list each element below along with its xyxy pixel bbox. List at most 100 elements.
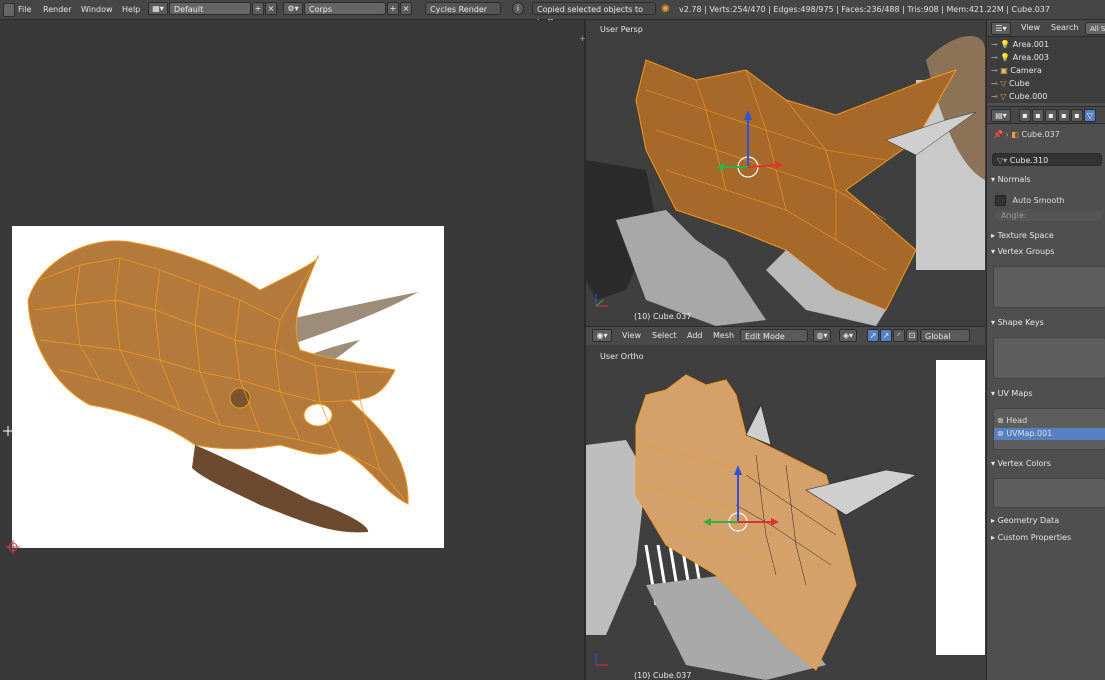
scene-tab-icon[interactable]: ▪ <box>1032 109 1044 122</box>
translate-icon[interactable]: ↗ <box>880 329 892 342</box>
world-tab-icon[interactable]: ▪ <box>1045 109 1057 122</box>
area-split-handle-icon[interactable]: + <box>579 34 588 43</box>
scene-field[interactable]: Corps <box>304 2 386 15</box>
manipulator-toggle-icon[interactable]: ↗ <box>867 329 879 342</box>
outliner-item-label: Cube <box>1008 79 1030 88</box>
outliner-header: ☰▾ View Search All S <box>987 20 1105 37</box>
scene-icon[interactable]: ⚙▾ <box>283 2 303 15</box>
viewport-ortho-canvas[interactable] <box>586 345 985 680</box>
data-tab-icon[interactable]: ▽ <box>1084 109 1096 122</box>
outliner-item[interactable]: ⊸ ▽ Cube <box>991 77 1030 90</box>
texture-space-label: Texture Space <box>997 231 1054 240</box>
add-scene-icon[interactable]: + <box>387 2 399 15</box>
auto-smooth-checkbox[interactable]: Auto Smooth <box>995 195 1065 207</box>
normals-panel-header[interactable]: ▾ Normals <box>991 173 1104 187</box>
menu-view[interactable]: View <box>622 331 641 340</box>
viewport-persp-object-label: (10) Cube.037 <box>634 312 692 321</box>
uv-maps-panel-header[interactable]: ▾ UV Maps <box>991 387 1104 401</box>
outliner-item-label: Cube.000 <box>1008 92 1048 101</box>
outliner-item[interactable]: ⊸ ▣ Camera <box>991 64 1042 77</box>
3d-viewport-persp[interactable]: User Persp (10) Cube.037 <box>586 20 985 326</box>
shape-keys-panel-header[interactable]: ▾ Shape Keys <box>991 316 1104 330</box>
menu-mesh[interactable]: Mesh <box>713 331 734 340</box>
vertex-groups-label: Vertex Groups <box>997 247 1055 256</box>
mesh-datablock-name: Cube.310 <box>1009 156 1049 165</box>
outliner-editor-icon[interactable]: ☰▾ <box>991 22 1011 35</box>
auto-smooth-label: Auto Smooth <box>1012 196 1065 205</box>
right-sidebar: ☰▾ View Search All S ⊸ 💡 Area.001 ⊸ 💡 Ar… <box>986 20 1105 680</box>
constraints-tab-icon[interactable]: ▪ <box>1071 109 1083 122</box>
vertex-groups-list[interactable] <box>993 266 1105 308</box>
vertex-colors-label: Vertex Colors <box>997 459 1051 468</box>
info-header: File Render Window Help ▦▾ Default + × ⚙… <box>0 0 1105 27</box>
outliner-item[interactable]: ⊸ ▽ Cube.000 <box>991 90 1047 103</box>
viewport-persp-label: User Persp <box>600 25 643 34</box>
render-engine-select[interactable]: Cycles Render <box>425 2 501 15</box>
viewport-ortho-label: User Ortho <box>600 352 644 361</box>
outliner-menu-search[interactable]: Search <box>1051 23 1078 32</box>
blender-logo-icon: ◉ <box>661 3 670 14</box>
outliner-list: ⊸ 💡 Area.001 ⊸ 💡 Area.003 ⊸ ▣ Camera ⊸ ▽… <box>987 37 1105 103</box>
reference-image-plane <box>936 360 985 655</box>
remove-scene-icon[interactable]: × <box>400 2 412 15</box>
outliner-display-select[interactable]: All S <box>1085 22 1105 35</box>
breadcrumb-object: Cube.037 <box>1021 130 1060 139</box>
vertical-divider[interactable] <box>584 20 586 680</box>
normals-label: Normals <box>997 175 1031 184</box>
menu-add[interactable]: Add <box>687 331 703 340</box>
vertex-groups-panel-header[interactable]: ▾ Vertex Groups <box>991 245 1104 259</box>
outliner-item[interactable]: ⊸ 💡 Area.001 <box>991 38 1049 51</box>
pin-icon[interactable]: 📌 <box>993 130 1003 139</box>
menu-file[interactable]: File <box>18 3 31 16</box>
uv-map-label: Head <box>1006 416 1028 425</box>
checkbox-icon[interactable] <box>995 195 1006 206</box>
texture-space-panel-header[interactable]: ▸ Texture Space <box>991 229 1104 243</box>
outliner-menu-view[interactable]: View <box>1021 23 1040 32</box>
render-tab-icon[interactable]: ▪ <box>1019 109 1031 122</box>
vertex-colors-list[interactable] <box>993 478 1105 508</box>
3d-viewport-ortho[interactable]: User Ortho (10) Cube.037 <box>586 345 985 680</box>
object-tab-icon[interactable]: ▪ <box>1058 109 1070 122</box>
menu-window[interactable]: Window <box>81 3 113 16</box>
add-layout-icon[interactable]: + <box>252 2 264 15</box>
scale-icon[interactable]: ⊡ <box>906 329 918 342</box>
custom-properties-panel-header[interactable]: ▸ Custom Properties <box>991 531 1104 545</box>
menu-select[interactable]: Select <box>652 331 677 340</box>
mode-select[interactable]: Edit Mode <box>740 329 808 342</box>
rotate-icon[interactable]: ◜ <box>893 329 905 342</box>
viewport-persp-canvas[interactable] <box>586 20 985 326</box>
uv-maps-list[interactable]: ⊗ Head ⊗ UVMap.001 <box>993 408 1105 450</box>
shading-icon[interactable]: ◍▾ <box>813 329 831 342</box>
geometry-data-panel-header[interactable]: ▸ Geometry Data <box>991 514 1104 528</box>
view-axes-icon <box>595 653 608 666</box>
vertex-colors-panel-header[interactable]: ▾ Vertex Colors <box>991 457 1104 471</box>
custom-properties-label: Custom Properties <box>997 533 1072 542</box>
info-icon: i <box>512 2 524 15</box>
outliner-item[interactable]: ⊸ 💡 Area.003 <box>991 51 1049 64</box>
mesh-datablock-field[interactable]: ▽▾ Cube.310 <box>992 153 1102 166</box>
angle-label: Angle: <box>1001 211 1027 220</box>
properties-editor-icon[interactable]: ▤▾ <box>991 109 1011 122</box>
uv-canvas[interactable] <box>0 20 584 680</box>
shape-keys-list[interactable] <box>993 337 1105 379</box>
editor-type-icon[interactable] <box>3 3 15 17</box>
uv-image-editor[interactable] <box>0 20 584 680</box>
uv-map-item-selected[interactable]: ⊗ UVMap.001 <box>994 428 1105 440</box>
uv-map-item[interactable]: ⊗ Head <box>997 415 1102 427</box>
chevron-right-icon: › <box>1005 130 1009 139</box>
orientation-select[interactable]: Global <box>920 329 970 342</box>
pivot-icon[interactable]: ◈▾ <box>839 329 857 342</box>
outliner-item-label: Area.001 <box>1012 40 1049 49</box>
menu-help[interactable]: Help <box>122 3 140 16</box>
2d-cursor-icon <box>3 426 13 436</box>
uv-map-icon: ⊗ <box>997 429 1004 438</box>
screen-layout-field[interactable]: Default <box>169 2 251 15</box>
menu-render[interactable]: Render <box>43 3 71 16</box>
viewport-header: ◉▾ View Select Add Mesh Edit Mode ◍▾ ◈▾ … <box>586 326 985 346</box>
angle-field[interactable]: Angle: <box>995 210 1103 221</box>
screen-layout-icon[interactable]: ▦▾ <box>148 2 168 15</box>
uv-map-icon: ⊗ <box>997 416 1004 425</box>
editor-type-icon[interactable]: ◉▾ <box>592 329 612 342</box>
remove-layout-icon[interactable]: × <box>265 2 277 15</box>
shape-keys-label: Shape Keys <box>997 318 1044 327</box>
